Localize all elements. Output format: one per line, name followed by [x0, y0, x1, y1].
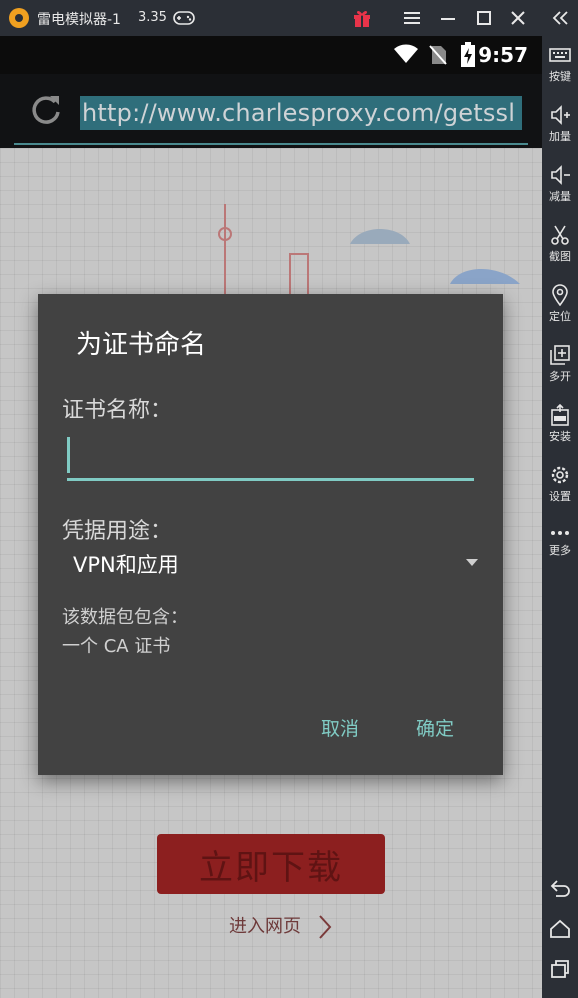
double-chevron-left-icon [552, 11, 568, 25]
volume-up-icon [551, 105, 570, 125]
toolbar-item-volume-up[interactable]: 加量 [542, 104, 578, 144]
toolbar-item-more[interactable]: 更多 [542, 526, 578, 558]
gamepad-icon[interactable] [173, 10, 195, 26]
enter-webpage-link[interactable]: 进入网页 [229, 912, 301, 938]
gift-icon[interactable] [352, 8, 372, 28]
dropdown-arrow-icon [466, 559, 478, 566]
credential-usage-value: VPN和应用 [73, 553, 179, 577]
more-dots-icon [551, 531, 569, 535]
browser-urlbar: http://www.charlesproxy.com/getssl [0, 74, 542, 148]
toolbar-label: 多开 [549, 370, 571, 383]
android-statusbar: 9:57 [0, 36, 542, 74]
toolbar-item-install[interactable]: 安装 [542, 404, 578, 444]
app-logo-icon [9, 8, 29, 28]
cancel-button[interactable]: 取消 [321, 714, 359, 741]
dialog-title: 为证书命名 [76, 330, 207, 360]
location-pin-icon [552, 284, 568, 306]
toolbar-label: 更多 [549, 544, 571, 557]
maximize-button[interactable] [472, 6, 496, 30]
url-underline [14, 143, 528, 145]
window-version: 3.35 [138, 10, 167, 25]
cert-name-label: 证书名称： [62, 398, 173, 423]
toolbar-label: 加量 [549, 130, 571, 143]
credential-usage-label: 凭据用途： [62, 519, 173, 544]
close-icon [511, 11, 525, 25]
toolbar-item-multi-open[interactable]: 多开 [542, 344, 578, 384]
scissors-icon [551, 225, 569, 245]
minimize-icon [441, 18, 455, 20]
toolbar-item-volume-down[interactable]: 减量 [542, 164, 578, 204]
download-button[interactable]: 立即下载 [157, 834, 385, 894]
multi-open-icon [550, 345, 570, 365]
home-icon [550, 919, 570, 938]
android-back-button[interactable] [542, 876, 578, 900]
toolbar-item-location[interactable]: 定位 [542, 284, 578, 324]
toolbar-label: 安装 [549, 430, 571, 443]
hamburger-icon [404, 12, 420, 24]
window-titlebar: 雷电模拟器-1 3.35 [0, 0, 578, 36]
android-screen: 9:57 http://www.charlesproxy.com/getssl … [0, 36, 542, 998]
toolbar-item-screenshot[interactable]: 截图 [542, 224, 578, 264]
toolbar-label: 截图 [549, 250, 571, 263]
toolbar-label: 设置 [549, 490, 571, 503]
chevron-right-icon [319, 915, 332, 939]
cert-name-input[interactable] [67, 434, 474, 481]
minimize-button[interactable] [436, 6, 460, 30]
window-title: 雷电模拟器-1 [37, 12, 121, 28]
certificate-name-dialog: 为证书命名 证书名称： 凭据用途： VPN和应用 该数据包包含： 一个 CA 证… [38, 294, 503, 775]
recents-icon [551, 960, 569, 978]
ok-button[interactable]: 确定 [416, 714, 454, 741]
close-button[interactable] [506, 6, 530, 30]
toolbar-item-settings[interactable]: 设置 [542, 464, 578, 504]
gear-icon [551, 466, 569, 484]
toolbar-label: 减量 [549, 190, 571, 203]
status-time: 9:57 [478, 43, 528, 67]
collapse-toolbar-button[interactable] [548, 6, 572, 30]
emulator-side-toolbar: 按键 加量 减量 截图 定位 多开 安装 设置 更多 [542, 36, 578, 998]
maximize-icon [477, 11, 491, 25]
package-contains-label: 该数据包包含： [62, 607, 188, 628]
package-contents: 一个 CA 证书 [62, 636, 171, 657]
toolbar-label: 定位 [549, 310, 571, 323]
url-text: http://www.charlesproxy.com/getssl [82, 99, 516, 127]
android-recents-button[interactable] [542, 958, 578, 982]
battery-charging-icon [461, 42, 475, 67]
reload-icon[interactable] [28, 92, 64, 128]
wifi-icon [394, 44, 418, 63]
url-input[interactable]: http://www.charlesproxy.com/getssl [80, 96, 522, 130]
toolbar-label: 按键 [549, 70, 571, 83]
text-cursor [67, 437, 70, 473]
credential-usage-select[interactable]: VPN和应用 [62, 544, 478, 580]
apk-install-icon [551, 404, 569, 426]
toolbar-item-keys[interactable]: 按键 [542, 44, 578, 84]
android-home-button[interactable] [542, 918, 578, 942]
keyboard-icon [549, 48, 571, 62]
menu-button[interactable] [400, 6, 424, 30]
back-arrow-icon [550, 880, 570, 897]
volume-down-icon [551, 165, 570, 185]
no-sim-icon [429, 45, 447, 65]
